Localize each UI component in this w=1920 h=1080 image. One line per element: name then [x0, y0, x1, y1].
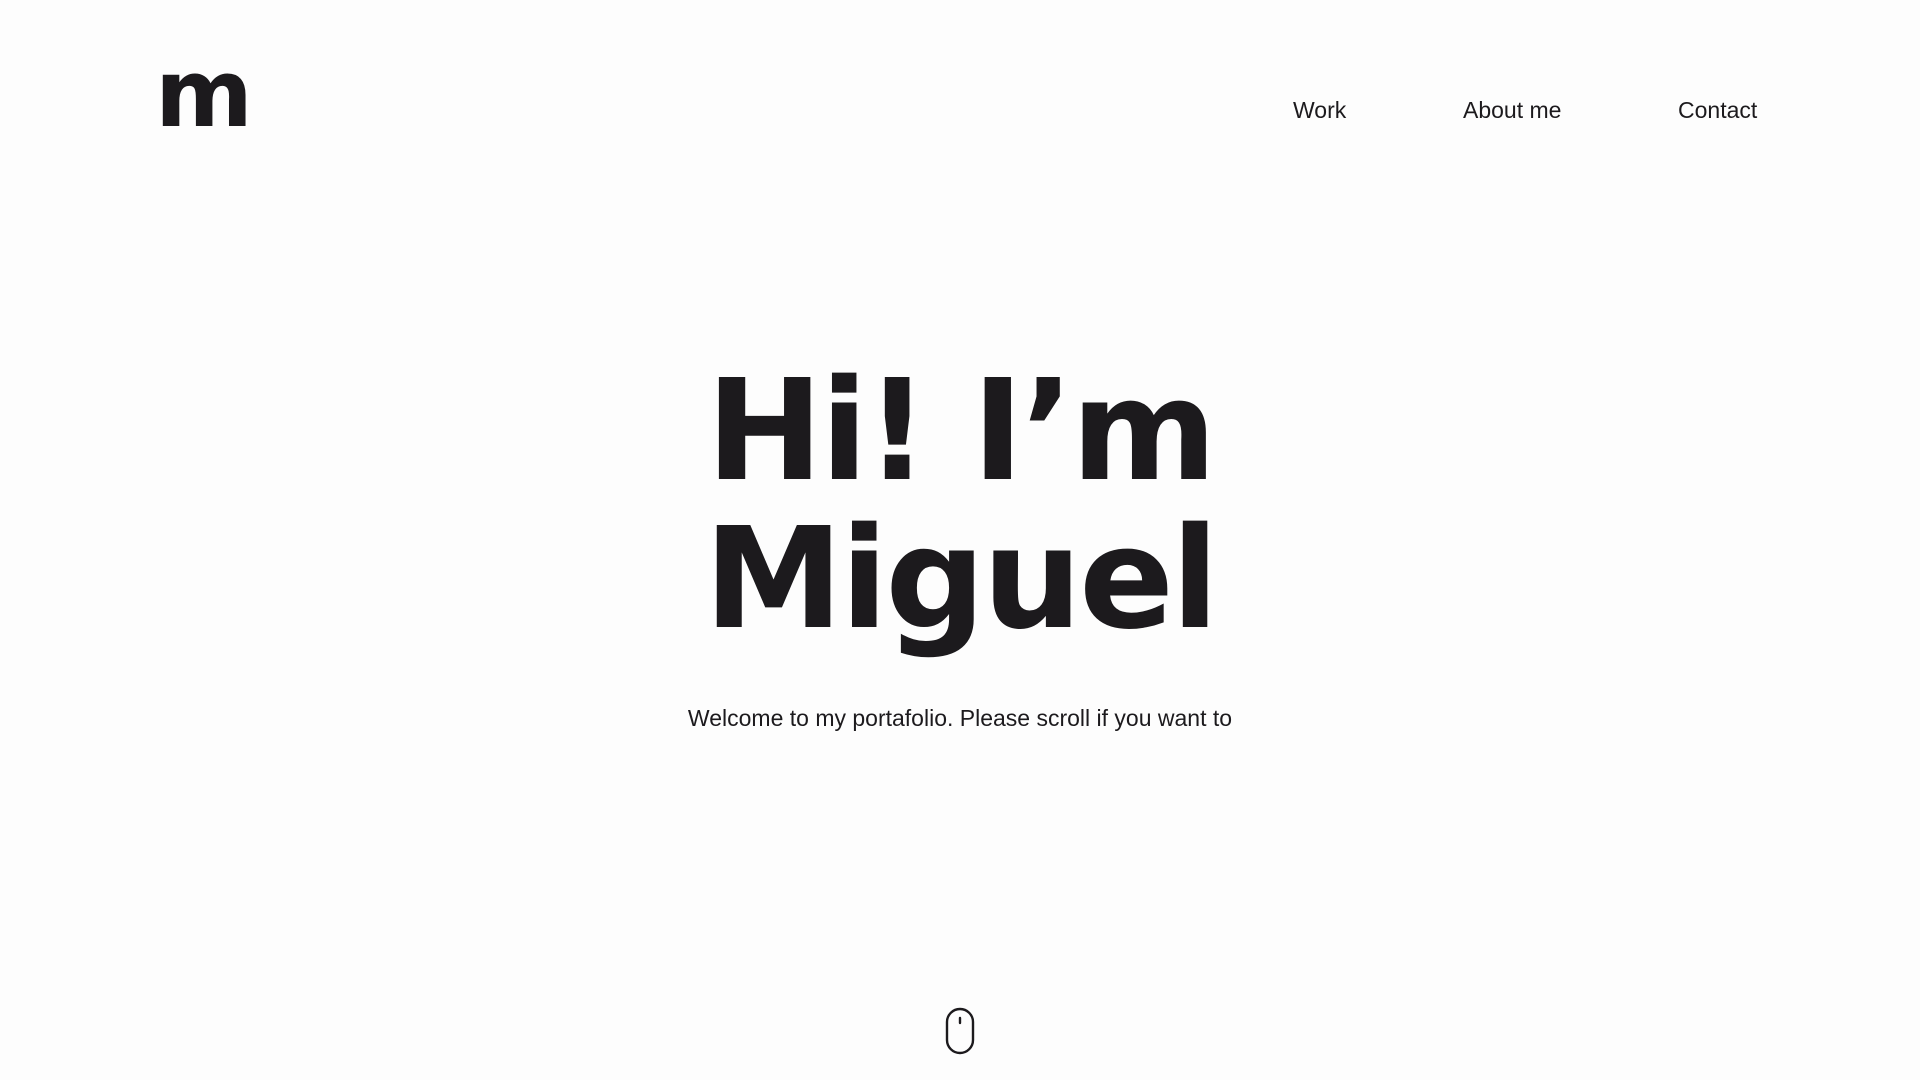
hero-title-line-1: Hi! I’m [706, 350, 1217, 513]
hero-section: Hi! I’m Miguel Welcome to my portafolio.… [0, 358, 1920, 734]
main-nav: Work About me Contact [0, 94, 1920, 126]
hero-title-line-2: Miguel [703, 498, 1219, 661]
hero-subtitle: Welcome to my portafolio. Please scroll … [687, 705, 1233, 731]
mouse-scroll-icon[interactable] [945, 1007, 975, 1055]
nav-link-contact[interactable]: Contact [1678, 94, 1757, 126]
nav-link-about-me[interactable]: About me [1463, 94, 1561, 126]
mouse-scroll-icon-svg [945, 1007, 975, 1055]
nav-link-work[interactable]: Work [1293, 94, 1346, 126]
hero-title: Hi! I’m Miguel [0, 358, 1920, 654]
